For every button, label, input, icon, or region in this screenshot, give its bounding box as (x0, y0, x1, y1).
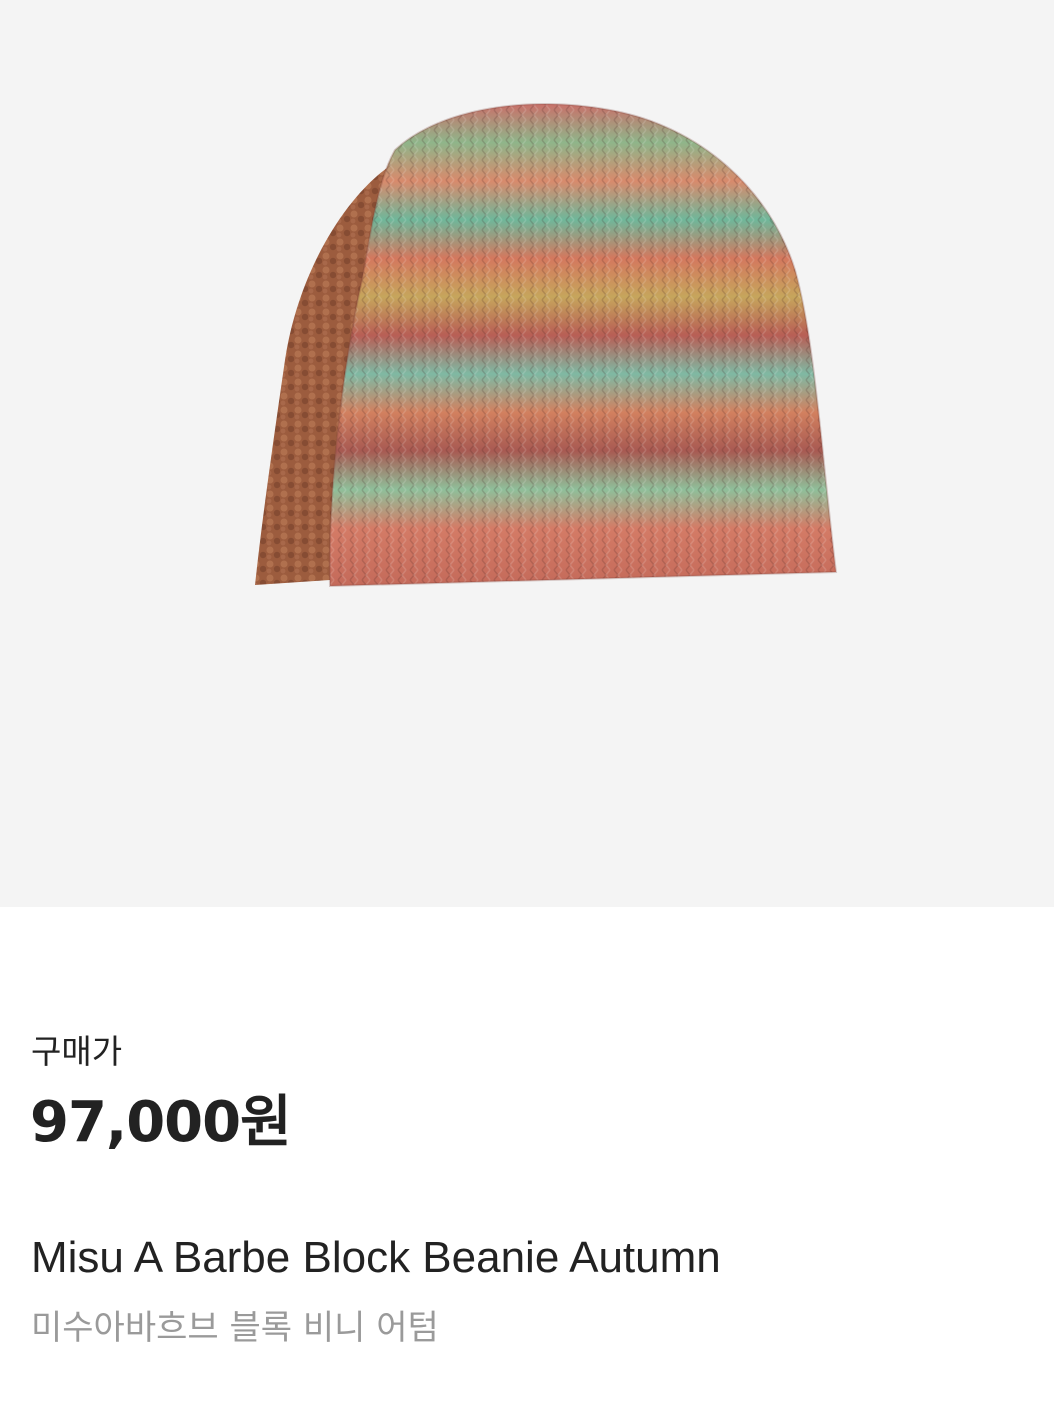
product-name-korean: 미수아바흐브 블록 비니 어텀 (31, 1308, 439, 1348)
product-image-area[interactable] (0, 0, 1054, 907)
knit-beanie-image (255, 103, 838, 588)
product-name-english[interactable]: Misu A Barbe Block Beanie Autumn (31, 1230, 721, 1286)
price-label: 구매가 (31, 1032, 123, 1071)
price-value: 97,000원 (30, 1090, 292, 1155)
